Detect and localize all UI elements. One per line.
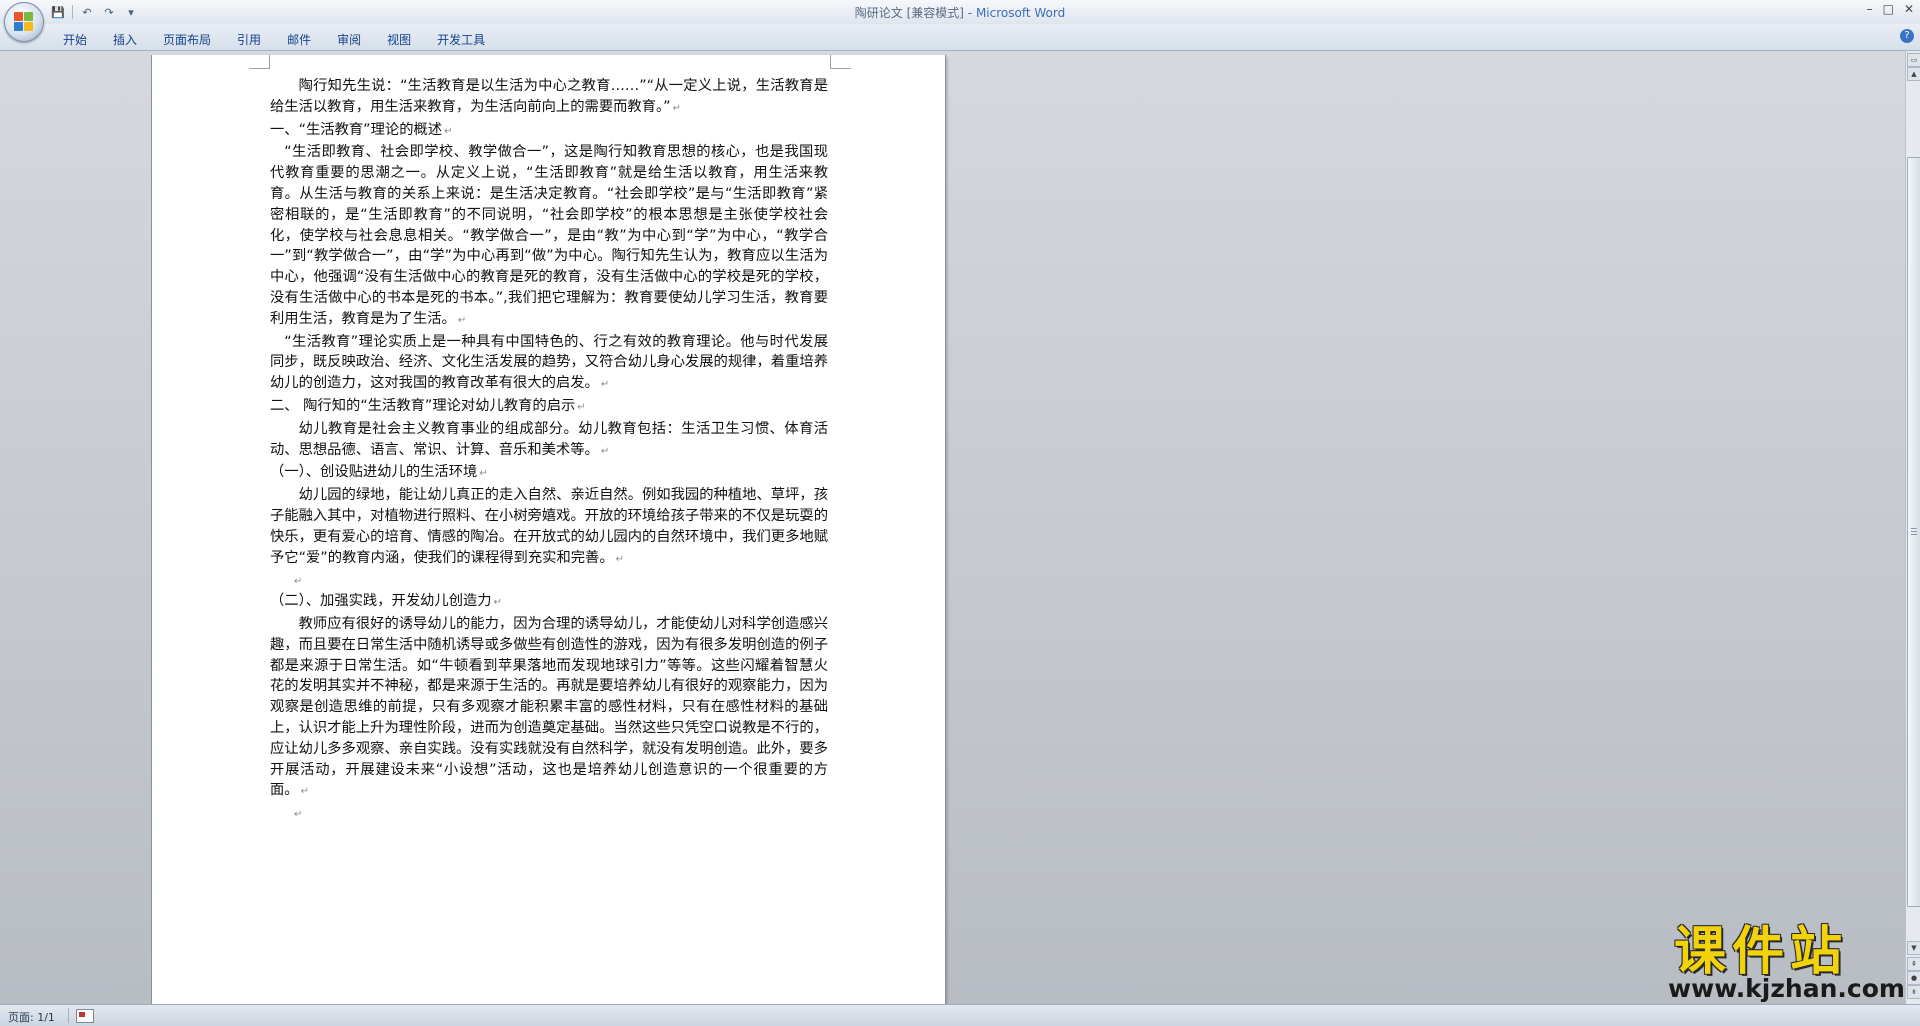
document-paragraph[interactable]: 幼儿教育是社会主义教育事业的组成部分。幼儿教育包括：生活卫生习惯、体育活动、思想… <box>270 419 828 463</box>
document-paragraph[interactable]: 幼儿园的绿地，能让幼儿真正的走入自然、亲近自然。例如我园的种植地、草坪，孩子能融… <box>270 485 828 570</box>
empty-paragraph[interactable]: ↵ <box>270 803 828 824</box>
document-paragraph[interactable]: 教师应有很好的诱导幼儿的能力，因为合理的诱导幼儿，才能使幼儿对科学创造感兴趣，而… <box>270 614 828 803</box>
window-controls: – □ ✕ <box>1867 2 1914 16</box>
thumb-grip <box>1911 534 1917 535</box>
watermark-cn-text: 课件站 <box>1674 922 1849 982</box>
paragraph-mark-icon: ↵ <box>300 786 309 798</box>
thumb-grip <box>1911 531 1917 532</box>
paragraph-mark-icon: ↵ <box>457 314 467 326</box>
paragraph-mark-icon: ↵ <box>672 102 681 114</box>
document-paragraph[interactable]: 陶行知先生说：“生活教育是以生活为中心之教育……”“从一定义上说，生活教育是给生… <box>270 76 828 120</box>
document-title: 陶研论文 [兼容模式] <box>854 6 964 20</box>
watermark-url: www.kjzhan.com <box>1668 974 1905 1003</box>
close-button[interactable]: ✕ <box>1904 2 1914 16</box>
tab-view[interactable]: 视图 <box>374 29 424 50</box>
paragraph-text: （一）、创设贴进幼儿的生活环境 <box>270 464 478 481</box>
office-button[interactable] <box>4 2 44 42</box>
watermark-logo: 课件站 www.kjzhan.com <box>1666 922 1905 1004</box>
paragraph-text: 教师应有很好的诱导幼儿的能力，因为合理的诱导幼儿，才能使幼儿对科学创造感兴趣，而… <box>270 615 828 799</box>
proofing-status-icon[interactable] <box>76 1009 94 1023</box>
status-bar: 页面: 1/1 <box>0 1004 1920 1026</box>
document-body[interactable]: 陶行知先生说：“生活教育是以生活为中心之教育……”“从一定义上说，生活教育是给生… <box>270 76 828 824</box>
app-name: Microsoft Word <box>975 6 1066 20</box>
paragraph-text: （二）、加强实践，开发幼儿创造力 <box>270 593 492 610</box>
paragraph-text: 陶行知先生说：“生活教育是以生活为中心之教育……”“从一定义上说，生活教育是给生… <box>270 78 828 115</box>
scroll-up-icon[interactable]: ▲ <box>1907 67 1920 81</box>
page-count[interactable]: 页面: 1/1 <box>8 1009 55 1025</box>
paragraph-mark-icon: ↵ <box>577 401 586 413</box>
next-page-icon[interactable]: ⇟ <box>1907 985 1920 999</box>
title-separator: - <box>963 6 976 20</box>
help-icon[interactable]: ? <box>1900 29 1914 43</box>
scroll-thumb[interactable] <box>1907 157 1920 907</box>
paragraph-text: “生活教育”理论实质上是一种具有中国特色的、行之有效的教育理论。他与时代发展同步… <box>270 333 828 392</box>
document-workspace: 陶行知先生说：“生活教育是以生活为中心之教育……”“从一定义上说，生活教育是给生… <box>0 51 1906 1004</box>
tab-mailings[interactable]: 邮件 <box>274 29 324 50</box>
tab-review[interactable]: 审阅 <box>324 29 374 50</box>
paragraph-mark-icon: ↵ <box>600 445 610 457</box>
paragraph-text: “生活即教育、社会即学校、教学做合一”，这是陶行知教育思想的核心，也是我国现代教… <box>270 144 828 327</box>
document-paragraph[interactable]: 二、 陶行知的“生活教育”理论对幼儿教育的启示 ↵ <box>270 396 828 419</box>
document-paragraph[interactable]: （一）、创设贴进幼儿的生活环境 ↵ <box>270 462 828 485</box>
document-page[interactable]: 陶行知先生说：“生活教育是以生活为中心之教育……”“从一定义上说，生活教育是给生… <box>152 55 945 1004</box>
minimize-button[interactable]: – <box>1867 2 1873 16</box>
maximize-button[interactable]: □ <box>1883 2 1894 16</box>
paragraph-text: 二、 陶行知的“生活教育”理论对幼儿教育的启示 <box>270 397 576 414</box>
empty-paragraph[interactable]: ↵ <box>270 570 828 591</box>
paragraph-mark-icon: ↵ <box>615 553 625 565</box>
tab-references[interactable]: 引用 <box>224 29 274 50</box>
tab-home[interactable]: 开始 <box>50 29 100 50</box>
paragraph-mark-icon: ↵ <box>600 379 610 391</box>
crop-mark-top-right <box>830 55 851 69</box>
document-paragraph[interactable]: “生活即教育、社会即学校、教学做合一”，这是陶行知教育思想的核心，也是我国现代教… <box>270 142 828 331</box>
paragraph-text: 幼儿教育是社会主义教育事业的组成部分。幼儿教育包括：生活卫生习惯、体育活动、思想… <box>270 420 828 458</box>
paragraph-mark-icon: ↵ <box>444 125 453 137</box>
office-logo-icon <box>14 12 34 32</box>
tab-developer[interactable]: 开发工具 <box>424 29 498 50</box>
paragraph-text: 幼儿园的绿地，能让幼儿真正的走入自然、亲近自然。例如我园的种植地、草坪，孩子能融… <box>270 487 828 566</box>
thumb-grip <box>1911 528 1917 529</box>
paragraph-mark-icon: ↵ <box>479 468 488 480</box>
previous-page-icon[interactable]: ⇞ <box>1907 957 1920 971</box>
window-title: 陶研论文 [兼容模式] - Microsoft Word <box>0 4 1920 21</box>
tab-insert[interactable]: 插入 <box>100 29 150 50</box>
paragraph-mark-icon: ↵ <box>294 576 303 588</box>
crop-mark-top-left <box>249 55 270 69</box>
paragraph-mark-icon: ↵ <box>493 597 502 609</box>
ruler-toggle-icon[interactable]: ▭ <box>1907 53 1920 67</box>
document-paragraph[interactable]: “生活教育”理论实质上是一种具有中国特色的、行之有效的教育理论。他与时代发展同步… <box>270 332 828 396</box>
document-paragraph[interactable]: （二）、加强实践，开发幼儿创造力 ↵ <box>270 591 828 614</box>
paragraph-mark-icon: ↵ <box>294 809 303 821</box>
select-browse-object-icon[interactable]: ● <box>1907 971 1920 985</box>
vertical-scrollbar[interactable]: ▭ ▲ ▼ ⇞ ● ⇟ <box>1905 51 1920 1004</box>
paragraph-text: 一、“生活教育”理论的概述 <box>270 121 443 138</box>
title-bar: 💾 ↶ ↷ ▾ 陶研论文 [兼容模式] - Microsoft Word – □… <box>0 0 1920 42</box>
tab-page-layout[interactable]: 页面布局 <box>150 29 224 50</box>
document-paragraph[interactable]: 一、“生活教育”理论的概述 ↵ <box>270 120 828 143</box>
ribbon-tab-bar: 开始 插入 页面布局 引用 邮件 审阅 视图 开发工具 ? <box>0 24 1920 51</box>
scroll-down-icon[interactable]: ▼ <box>1907 941 1920 955</box>
status-divider <box>68 1008 69 1023</box>
